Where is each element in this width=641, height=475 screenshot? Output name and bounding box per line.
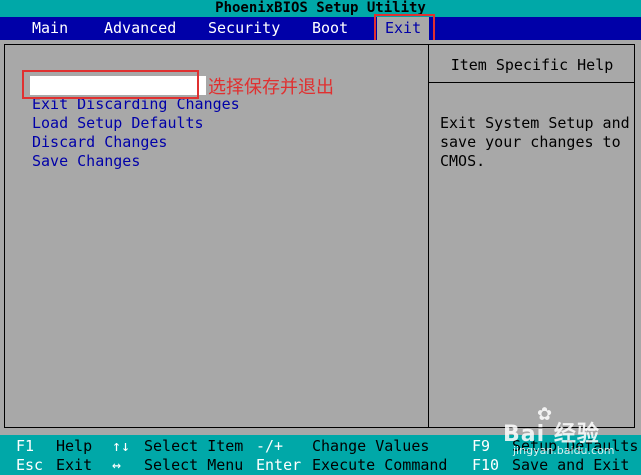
footer-label-execute-command: Execute Command	[312, 456, 448, 474]
menu-bar: Main Advanced Security Boot Exit	[0, 17, 641, 40]
footer-key-arrows-horizontal: ↔	[112, 456, 122, 474]
footer-label-exit: Exit	[56, 456, 93, 474]
footer-key-enter: Enter	[256, 456, 302, 474]
footer-key-plus-minus: -/+	[256, 437, 284, 455]
menu-boot[interactable]: Boot	[312, 17, 348, 40]
footer-label-help: Help	[56, 437, 93, 455]
footer-key-esc: Esc	[16, 456, 44, 474]
option-discard-changes[interactable]: Discard Changes	[32, 133, 167, 152]
window-title: PhoenixBIOS Setup Utility	[0, 0, 641, 17]
baidu-jingyan-watermark: ✿ Bai 经验 jingyan.baidu.com	[493, 402, 633, 462]
annotation-text: 选择保存并退出	[208, 77, 334, 98]
footer-key-f9: F9	[472, 437, 491, 455]
help-text: Exit System Setup and save your changes …	[440, 114, 630, 170]
selected-option-highlight-box	[22, 70, 199, 99]
footer-label-change-values: Change Values	[312, 437, 430, 455]
option-save-changes[interactable]: Save Changes	[32, 152, 140, 171]
watermark-url: jingyan.baidu.com	[513, 444, 615, 457]
help-title: Item Specific Help	[450, 56, 614, 74]
footer-label-select-menu: Select Menu	[144, 456, 244, 474]
menu-advanced[interactable]: Advanced	[104, 17, 176, 40]
option-load-setup-defaults[interactable]: Load Setup Defaults	[32, 114, 204, 133]
footer-key-arrows-vertical: ↑↓	[112, 437, 131, 455]
menu-main[interactable]: Main	[32, 17, 68, 40]
footer-label-select-item: Select Item	[144, 437, 244, 455]
panel-divider	[428, 44, 429, 428]
main-panel: Exit Saving Changes Exit Discarding Chan…	[0, 40, 641, 435]
menu-security[interactable]: Security	[208, 17, 280, 40]
help-header-divider	[429, 82, 635, 83]
footer-key-f1: F1	[16, 437, 35, 455]
